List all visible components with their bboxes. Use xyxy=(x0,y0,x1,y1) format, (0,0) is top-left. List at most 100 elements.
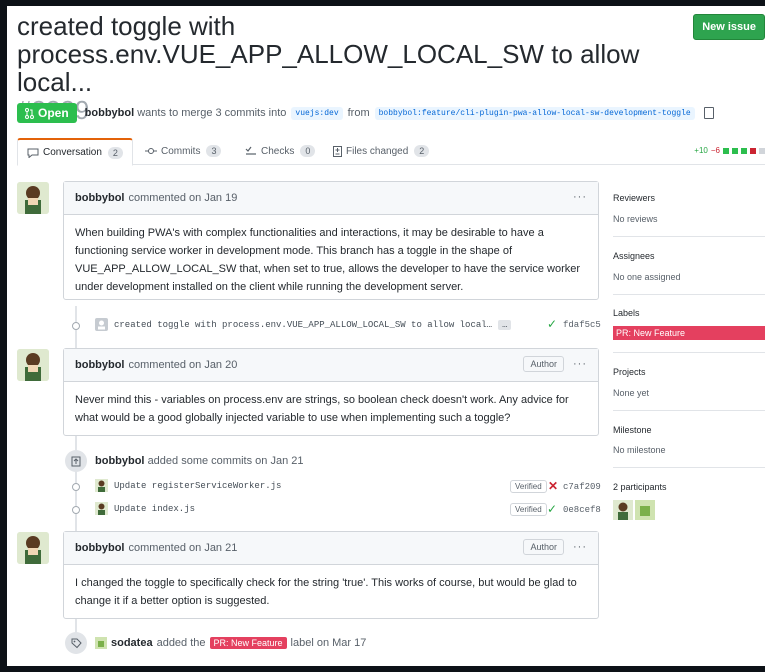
commit-event-text: added some commits on Jan 21 xyxy=(147,455,304,467)
commit-row: Update index.js xyxy=(95,502,195,515)
milestone-value: No milestone xyxy=(613,445,666,455)
checks-icon xyxy=(245,146,256,155)
sidebar-divider xyxy=(613,236,765,237)
reviewers-value: No reviews xyxy=(613,214,658,224)
commit-event: bobbybol added some commits on Jan 21 xyxy=(95,455,303,467)
commit-author-avatar xyxy=(95,479,108,492)
tab-commits-count: 3 xyxy=(206,145,222,157)
participant-avatar[interactable] xyxy=(635,500,655,520)
commit-dot xyxy=(72,483,80,491)
more-options-icon[interactable]: ··· xyxy=(573,541,587,553)
comment-body: Never mind this - variables on process.e… xyxy=(75,394,569,424)
diffstat-block xyxy=(741,147,747,154)
label-tag[interactable]: PR: New Feature xyxy=(209,637,287,649)
participant-avatar[interactable] xyxy=(613,500,633,520)
comment-header: bobbybol commented on Jan 20 Author ··· xyxy=(64,349,598,382)
labels-label[interactable]: Labels xyxy=(613,308,640,318)
tab-checks[interactable]: Checks 0 xyxy=(245,138,316,164)
commit-sha[interactable]: 0e8cef8 xyxy=(563,505,601,515)
label-event-author[interactable]: sodatea xyxy=(111,637,153,649)
tab-commits[interactable]: Commits 3 xyxy=(145,138,222,164)
reviewers-label[interactable]: Reviewers xyxy=(613,193,655,203)
assignees-label[interactable]: Assignees xyxy=(613,251,655,261)
diffstat-block xyxy=(750,147,756,154)
diffstat-additions: +10 xyxy=(694,146,708,155)
comment-body: I changed the toggle to specifically che… xyxy=(75,577,577,607)
commit-message[interactable]: created toggle with process.env.VUE_APP_… xyxy=(114,320,492,330)
comment-box: bobbybol commented on Jan 20 Author ··· … xyxy=(63,348,599,436)
commit-event-author[interactable]: bobbybol xyxy=(95,455,145,467)
tag-icon xyxy=(65,632,87,654)
avatar[interactable] xyxy=(17,532,49,564)
comment-header: bobbybol commented on Jan 21 Author ··· xyxy=(64,532,598,565)
commit-sha[interactable]: fdaf5c5 xyxy=(563,320,601,330)
projects-label[interactable]: Projects xyxy=(613,367,646,377)
file-diff-icon xyxy=(333,145,342,157)
sodatea-avatar xyxy=(95,637,107,649)
head-branch[interactable]: bobbybol:feature/cli-plugin-pwa-allow-lo… xyxy=(374,106,695,120)
pr-title-text: created toggle with process.env.VUE_APP_… xyxy=(17,11,640,97)
copy-icon[interactable] xyxy=(703,107,714,119)
verified-badge[interactable]: Verified xyxy=(510,480,547,493)
label-pill[interactable]: PR: New Feature xyxy=(613,326,765,340)
diffstat: +10 −6 xyxy=(694,146,765,155)
comment-author[interactable]: bobbybol xyxy=(75,359,125,371)
check-icon[interactable]: ✓ xyxy=(547,502,557,516)
tab-checks-label: Checks xyxy=(261,145,295,157)
comment-author[interactable]: bobbybol xyxy=(75,192,125,204)
comment-timestamp: commented on Jan 21 xyxy=(128,542,238,554)
participants-label: 2 participants xyxy=(613,482,667,492)
comment-box: bobbybol commented on Jan 19 ··· When bu… xyxy=(63,181,599,300)
tab-files-changed[interactable]: Files changed 2 xyxy=(333,138,430,164)
merge-text: wants to merge 3 commits into xyxy=(137,107,287,119)
base-branch[interactable]: vuejs:dev xyxy=(291,106,343,120)
diffstat-block xyxy=(732,147,738,154)
diffstat-block xyxy=(723,147,729,154)
commit-message[interactable]: Update registerServiceWorker.js xyxy=(114,481,281,491)
commit-icon xyxy=(145,148,157,154)
diffstat-block xyxy=(759,147,765,154)
commit-dot xyxy=(72,506,80,514)
tab-conversation[interactable]: Conversation 2 xyxy=(17,138,133,166)
sidebar-divider xyxy=(613,467,765,468)
commit-message[interactable]: Update index.js xyxy=(114,504,195,514)
pr-tabs: Conversation 2 Commits 3 Checks 0 Files … xyxy=(17,138,765,166)
new-issue-button[interactable]: New issue xyxy=(693,14,765,40)
tab-checks-count: 0 xyxy=(300,145,316,157)
comment-timestamp: commented on Jan 19 xyxy=(128,192,238,204)
diffstat-deletions: −6 xyxy=(710,146,720,155)
tab-files-changed-label: Files changed xyxy=(346,145,409,157)
more-options-icon[interactable]: ··· xyxy=(573,358,587,370)
comment-body: When building PWA's with complex functio… xyxy=(75,227,581,293)
from-text: from xyxy=(347,107,370,119)
pr-author-link[interactable]: bobbybol xyxy=(85,107,135,119)
comment-header: bobbybol commented on Jan 19 ··· xyxy=(64,182,598,215)
participants-avatars xyxy=(613,500,655,520)
assignees-value: No one assigned xyxy=(613,272,681,282)
tab-files-changed-count: 2 xyxy=(414,145,430,157)
projects-value: None yet xyxy=(613,388,650,398)
verified-badge[interactable]: Verified xyxy=(510,503,547,516)
check-icon[interactable]: ✓ xyxy=(547,317,557,331)
commit-dot xyxy=(72,322,80,330)
avatar[interactable] xyxy=(17,349,49,381)
pull-request-page: created toggle with process.env.VUE_APP_… xyxy=(7,6,765,666)
pr-meta: Open bobbybol wants to merge 3 commits i… xyxy=(17,102,714,124)
avatar[interactable] xyxy=(17,182,49,214)
milestone-label[interactable]: Milestone xyxy=(613,425,652,435)
sidebar-divider xyxy=(613,410,765,411)
label-event: sodatea added the PR: New Feature label … xyxy=(95,637,366,649)
tab-conversation-label: Conversation xyxy=(43,147,102,158)
comment-author[interactable]: bobbybol xyxy=(75,542,125,554)
commit-row: created toggle with process.env.VUE_APP_… xyxy=(95,318,512,331)
tab-conversation-count: 2 xyxy=(107,146,123,159)
sidebar-divider xyxy=(613,294,765,295)
open-state-label: Open xyxy=(38,106,69,120)
commit-sha[interactable]: c7af209 xyxy=(563,482,601,492)
more-options-icon[interactable]: ··· xyxy=(573,191,587,203)
comment-icon xyxy=(27,148,39,158)
failed-status-icon[interactable]: ✕ xyxy=(548,479,558,493)
label-event-text: added the xyxy=(156,637,206,649)
expand-commit-button[interactable]: … xyxy=(498,319,512,330)
tab-commits-label: Commits xyxy=(161,145,201,157)
